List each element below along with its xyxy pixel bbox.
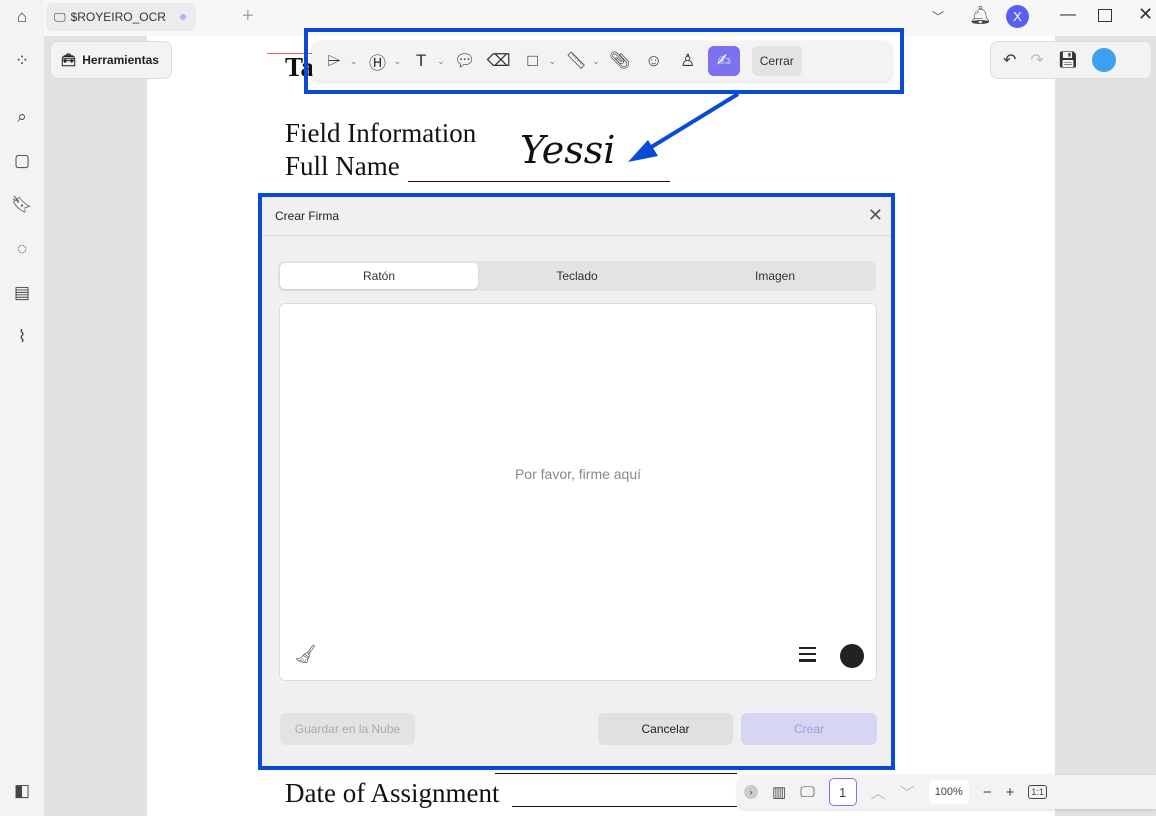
date-underline [512, 806, 737, 807]
clear-brush-icon[interactable]: 🧹︎ [294, 644, 317, 665]
toolbox-icon: 🧰︎ [61, 53, 77, 67]
annotation-toolbar: ⌲ ⌄ Ⓗ ⌄ T ⌄ 💬︎ ⌫ □ ⌄ 📏︎ ⌄ 📎︎ ☺ ♙ ✍︎ Cerrar [312, 41, 892, 81]
document-tab[interactable]: 🖵︎ $ROYEIRO_OCR [46, 3, 196, 31]
tab-title: $ROYEIRO_OCR [70, 10, 166, 24]
close-window-button[interactable]: ✕ [1138, 4, 1153, 25]
undo-icon[interactable]: ↶ [1003, 50, 1016, 70]
bookmark-icon[interactable]: 🔖︎ [8, 191, 36, 219]
chevron-icon[interactable]: ⌄ [592, 56, 600, 67]
tab-mouse[interactable]: Ratón [280, 263, 478, 289]
chevron-down-icon[interactable]: ﹀ [932, 8, 944, 25]
page-number-input[interactable]: 1 [828, 778, 857, 806]
home-icon[interactable]: ⌂ [8, 3, 36, 31]
doc-field-info: Field Information [285, 118, 477, 148]
select-tool-icon[interactable]: ⌲ [320, 46, 348, 76]
zoom-level[interactable]: 100% [928, 780, 969, 804]
comment-tool-icon[interactable]: 💬︎ [451, 46, 479, 76]
left-rail: ⌂ ⁘ ⌕ ▢ 🔖︎ ◌ ▤ ⌇ ◧ [0, 0, 44, 816]
close-dialog-icon[interactable]: ✕ [868, 205, 883, 226]
tab-keyboard[interactable]: Teclado [478, 263, 676, 289]
signature-mode-tabs: Ratón Teclado Imagen [278, 261, 876, 291]
line [495, 773, 737, 774]
color-picker[interactable] [840, 644, 864, 668]
cancel-button[interactable]: Cancelar [598, 713, 733, 745]
zoom-out-icon[interactable]: − [983, 784, 992, 801]
thumbnail-panel [44, 36, 147, 816]
text-tool-icon[interactable]: T [407, 46, 435, 76]
signature-canvas[interactable]: Por favor, firme aquí 🧹︎ [279, 303, 877, 681]
chevron-icon[interactable]: ⌄ [394, 56, 402, 67]
tools-label: Herramientas [82, 53, 159, 67]
stamp-tool-icon[interactable]: ♙ [674, 46, 702, 76]
name-underline [408, 181, 670, 182]
bell-icon[interactable]: 🔔︎ [969, 5, 992, 26]
sticker-tool-icon[interactable]: ☺ [640, 46, 668, 76]
line-width-icon[interactable] [799, 647, 816, 662]
chevron-icon[interactable]: ⌄ [549, 56, 557, 67]
dialog-title: Crear Firma [275, 209, 340, 223]
eraser-tool-icon[interactable]: ⌫ [485, 46, 513, 76]
zoom-in-icon[interactable]: + [1006, 784, 1015, 801]
signature[interactable]: Yessi [520, 128, 615, 172]
chevron-icon[interactable]: ⌄ [437, 56, 445, 67]
canvas-placeholder: Por favor, firme aquí [514, 466, 642, 482]
save-cloud-button[interactable]: Guardar en la Nube [280, 713, 415, 745]
attach-tool-icon[interactable]: 📎︎ [606, 46, 634, 76]
close-toolbar-button[interactable]: Cerrar [751, 46, 802, 76]
form-icon[interactable]: ▤ [8, 279, 36, 307]
highlight-tool-icon[interactable]: Ⓗ [364, 46, 392, 76]
signature-tool-icon[interactable]: ✍︎ [707, 46, 740, 76]
layers-icon[interactable]: ◧ [8, 777, 36, 805]
tools-button[interactable]: 🧰︎ Herramientas [50, 41, 172, 79]
divider [262, 235, 891, 236]
actual-size-icon[interactable]: 1:1 [1028, 785, 1047, 799]
right-toolbar: ↶ ↷ 💾︎ [990, 41, 1152, 79]
redo-icon[interactable]: ↷ [1030, 50, 1043, 70]
expand-icon[interactable]: › [744, 785, 758, 799]
doc-full-name: Full Name [285, 151, 400, 181]
maximize-button[interactable] [1098, 9, 1112, 22]
arrow-annotation [628, 92, 740, 162]
comment-icon[interactable]: ◌ [8, 235, 36, 263]
apps-icon[interactable]: ⁘ [8, 47, 36, 75]
new-tab-button[interactable]: + [242, 5, 254, 28]
monitor-icon: 🖵︎ [54, 9, 66, 24]
unsaved-dot [180, 14, 186, 20]
tab-image[interactable]: Imagen [676, 263, 874, 289]
avatar[interactable]: X [1006, 5, 1029, 28]
prev-page-icon[interactable]: ︿ [871, 782, 886, 803]
doc-date-assignment: Date of Assignment [285, 778, 500, 808]
attachment-icon[interactable]: ⌇ [8, 323, 36, 351]
next-page-icon[interactable]: ﹀ [900, 782, 915, 803]
ai-assistant-icon[interactable] [1092, 48, 1117, 72]
measure-tool-icon[interactable]: 📏︎ [562, 46, 590, 76]
present-icon[interactable]: 🖵︎ [800, 784, 814, 801]
chevron-icon[interactable]: ⌄ [350, 56, 358, 67]
page-icon[interactable]: ▢ [8, 147, 36, 175]
search-icon[interactable]: ⌕ [8, 103, 36, 131]
page-layout-icon[interactable]: ▥ [772, 783, 786, 801]
create-button[interactable]: Crear [741, 713, 877, 745]
save-icon[interactable]: 💾︎ [1058, 50, 1078, 70]
create-signature-dialog: Crear Firma ✕ Ratón Teclado Imagen Por f… [262, 197, 891, 766]
bottom-navigation-bar: › ▥ 🖵︎ 1 ︿ ﹀ 100% − + 1:1 [738, 775, 1156, 809]
shape-tool-icon[interactable]: □ [519, 46, 547, 76]
minimize-button[interactable]: — [1060, 6, 1076, 24]
right-gutter [1055, 36, 1156, 816]
